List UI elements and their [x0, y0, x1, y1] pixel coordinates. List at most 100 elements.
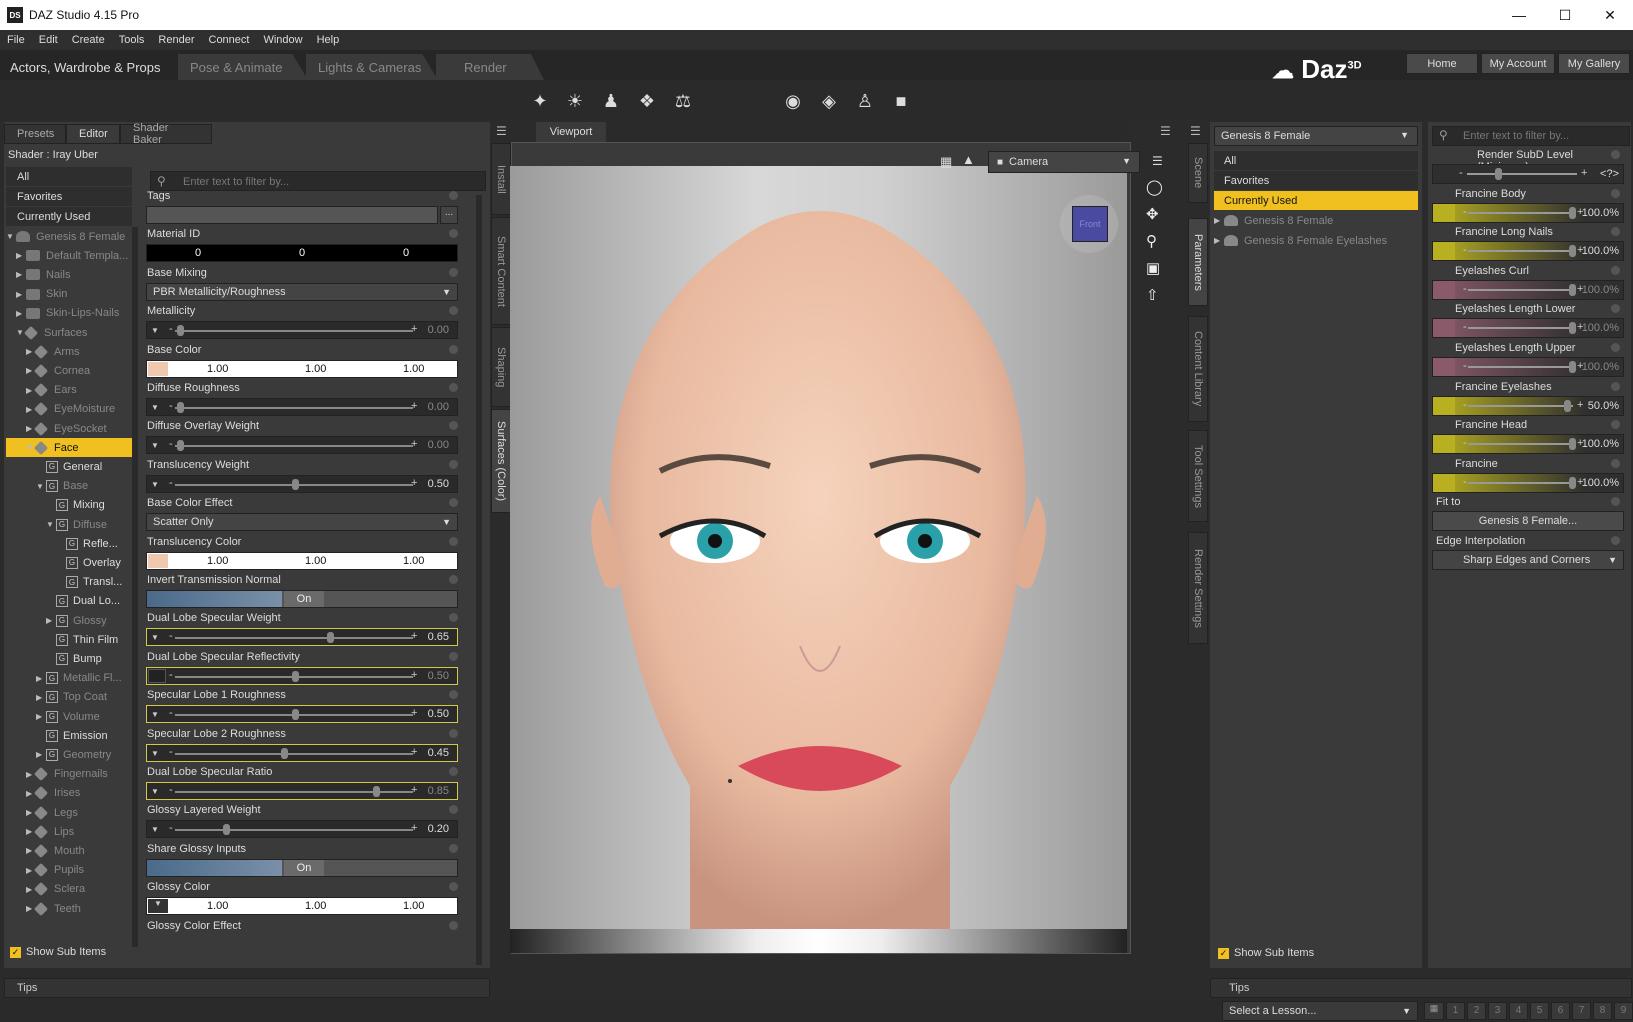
param-tree-eyelashes[interactable]: ▶ Genesis 8 Female Eyelashes [1214, 231, 1387, 250]
camera-select[interactable]: ■ Camera ▼ [988, 151, 1140, 173]
gear-icon[interactable] [1611, 304, 1620, 314]
tree-item[interactable]: ▶ G Volume [6, 707, 132, 726]
fit-to-button[interactable]: Genesis 8 Female... [1432, 511, 1624, 532]
gear-icon[interactable] [449, 459, 458, 469]
menu-render[interactable]: Render [158, 34, 194, 46]
tree-item[interactable]: ▼ G Base [6, 477, 132, 496]
color-field[interactable]: 1.00 1.00 1.00 [146, 551, 458, 570]
camera-icon[interactable]: ■ [888, 88, 914, 114]
property-slider[interactable]: ▼ - +0.50 [146, 705, 458, 724]
tree-item[interactable]: ▼ Surfaces [6, 323, 132, 342]
tags-browse-button[interactable]: ... [440, 206, 458, 224]
expand-icon[interactable]: ▶ [16, 270, 26, 279]
tree-item[interactable]: ▶ Skin [6, 285, 132, 304]
frame-icon[interactable]: ▣ [1146, 259, 1160, 277]
gear-icon[interactable] [449, 536, 458, 546]
param-slider[interactable]: - +100.0% [1432, 318, 1624, 339]
property-slider[interactable]: ▼ - +0.45 [146, 743, 458, 762]
tree-item[interactable]: G Dual Lo... [6, 592, 132, 611]
tab-editor[interactable]: Editor [66, 124, 120, 144]
lesson-page-button[interactable]: 6 [1551, 1002, 1570, 1020]
param-slider[interactable]: - +100.0% [1432, 434, 1624, 455]
slider-knob[interactable] [1569, 438, 1576, 451]
gear-icon[interactable] [1611, 343, 1620, 352]
viewport-shading-icon[interactable]: ▦ [940, 154, 952, 170]
slider-knob[interactable] [372, 786, 380, 797]
param-slider[interactable]: - +100.0% [1432, 472, 1624, 493]
slider-knob[interactable] [292, 670, 299, 682]
surface-selection-icon[interactable]: ◈ [816, 88, 842, 114]
vtab-scene[interactable]: Scene [1188, 143, 1208, 203]
tree-item[interactable]: ▶ Sclera [6, 880, 132, 899]
node-selection-tool-icon[interactable]: ✦ [527, 88, 553, 114]
param-category-favorites[interactable]: Favorites [1214, 171, 1418, 190]
property-slider[interactable]: ▼ - +0.00 [146, 436, 458, 455]
spot-render-icon[interactable]: ◉ [780, 88, 806, 114]
material-id-field[interactable]: 000 [146, 244, 458, 263]
tips-tab[interactable]: Tips [1229, 982, 1249, 994]
vtab-smart-content[interactable]: Smart Content [491, 217, 511, 325]
toggle-switch[interactable]: On [146, 590, 458, 608]
menu-tools[interactable]: Tools [119, 34, 145, 46]
my-account-button[interactable]: My Account [1481, 53, 1555, 74]
tree-item[interactable]: ▶ Teeth [6, 899, 132, 918]
gear-icon[interactable] [449, 651, 458, 661]
chevron-down-icon[interactable]: ▼ [151, 441, 159, 450]
vtab-render-settings[interactable]: Render Settings [1188, 532, 1208, 644]
tags-field[interactable] [146, 206, 438, 224]
lesson-grid-icon[interactable]: ▦ [1424, 1002, 1444, 1020]
tree-item[interactable]: ▶ Cornea [6, 361, 132, 380]
lesson-page-button[interactable]: 7 [1572, 1002, 1591, 1020]
tree-item[interactable]: ▶ G Glossy [6, 611, 132, 630]
tree-item[interactable]: ▶ G Top Coat [6, 688, 132, 707]
chevron-down-icon[interactable]: ▼ [151, 326, 159, 335]
menu-edit[interactable]: Edit [39, 34, 58, 46]
expand-icon[interactable]: ▶ [46, 616, 56, 625]
tree-item[interactable]: G Thin Film [6, 630, 132, 649]
light-tool-icon[interactable]: ☀ [562, 88, 588, 114]
gear-icon[interactable] [449, 383, 458, 392]
gear-icon[interactable] [449, 267, 458, 277]
texture-swatch[interactable] [148, 361, 168, 376]
slider-knob[interactable] [1569, 283, 1576, 296]
room-tab-actors[interactable]: Actors, Wardrobe & Props [0, 54, 178, 80]
menu-connect[interactable]: Connect [209, 34, 250, 46]
tree-item[interactable]: ▶ Legs [6, 803, 132, 822]
chevron-down-icon[interactable]: ▼ [151, 403, 159, 412]
param-show-sub-items-checkbox[interactable]: ✓ Show Sub Items [1218, 947, 1314, 959]
property-slider[interactable]: ▼ - +0.00 [146, 321, 458, 340]
gear-icon[interactable] [1611, 497, 1620, 507]
tree-item[interactable]: ▶ Mouth [6, 841, 132, 860]
gear-icon[interactable] [1611, 458, 1620, 468]
node-select[interactable]: Genesis 8 Female ▼ [1214, 126, 1418, 146]
color-field[interactable]: 1.00 1.00 1.00 [146, 359, 458, 378]
param-slider[interactable]: - +100.0% [1432, 279, 1624, 300]
tips-tab[interactable]: Tips [17, 982, 37, 994]
slider-knob[interactable] [1569, 322, 1576, 335]
room-tab-lights[interactable]: Lights & Cameras [306, 54, 438, 80]
transform-tool-icon[interactable]: ❖ [634, 88, 660, 114]
tree-item[interactable]: ▶ G Geometry [6, 745, 132, 764]
tree-item[interactable]: G Refle... [6, 534, 132, 553]
viewport-menu-icon[interactable]: ☰ [1160, 124, 1171, 138]
param-slider[interactable]: - +50.0% [1432, 395, 1624, 416]
view-cube[interactable]: Front [1072, 206, 1108, 242]
gear-icon[interactable] [449, 613, 458, 623]
param-slider[interactable]: - +100.0% [1432, 202, 1624, 223]
gear-icon[interactable] [1611, 188, 1620, 198]
pan-icon[interactable]: ✥ [1146, 205, 1159, 223]
expand-icon[interactable]: ▶ [16, 290, 26, 299]
home-button[interactable]: Home [1406, 53, 1478, 74]
figure-select-icon[interactable]: ♙ [852, 88, 878, 114]
property-slider[interactable]: ▼ - +0.85 [146, 782, 458, 800]
tree-item[interactable]: ▶ EyeMoisture [6, 400, 132, 419]
tree-item[interactable]: G Transl... [6, 573, 132, 592]
lesson-page-button[interactable]: 5 [1530, 1002, 1549, 1020]
chevron-down-icon[interactable]: ▼ [148, 899, 168, 914]
room-tab-render[interactable]: Render [436, 54, 544, 80]
tree-item[interactable]: ▼ Genesis 8 Female [6, 227, 132, 246]
slider-knob[interactable] [1564, 399, 1571, 412]
lesson-page-button[interactable]: 3 [1488, 1002, 1507, 1020]
slider-knob[interactable] [1569, 206, 1576, 219]
zoom-icon[interactable]: ⚲ [1146, 232, 1157, 250]
